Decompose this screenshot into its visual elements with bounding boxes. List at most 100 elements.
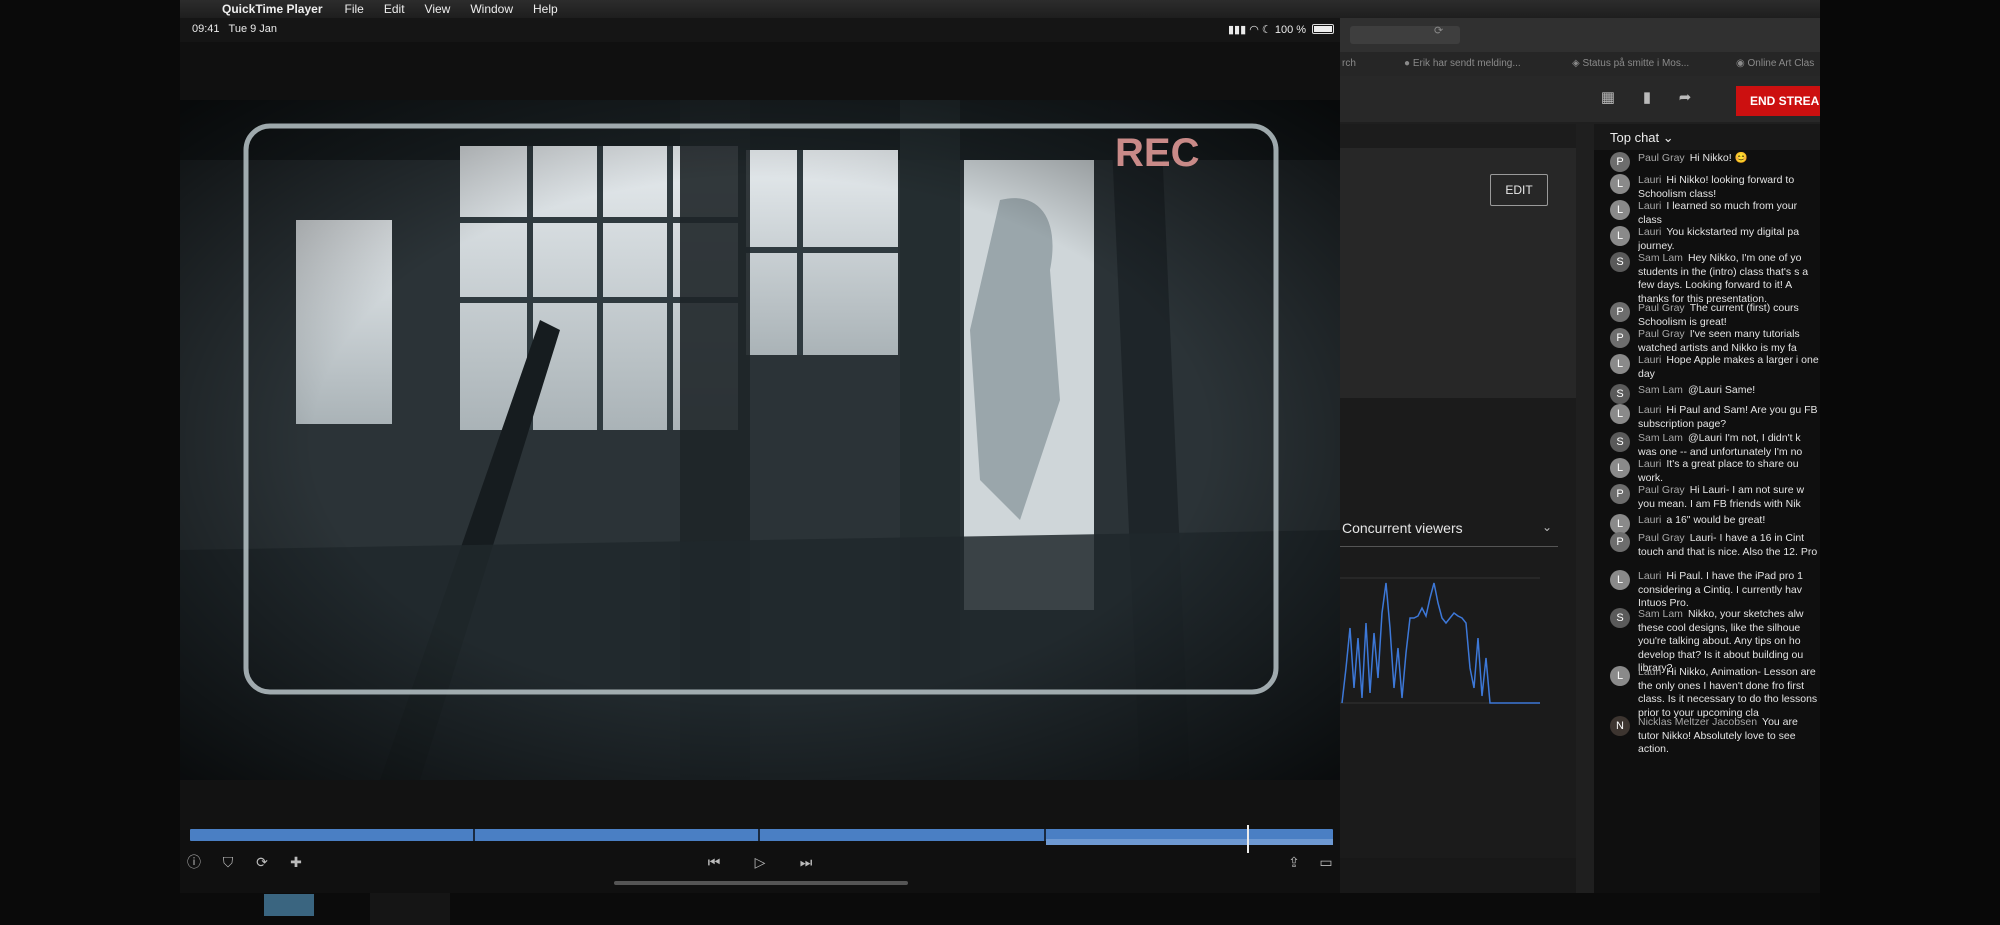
date-text: Tue 9 Jan (228, 23, 278, 35)
avatar[interactable]: L (1610, 666, 1630, 686)
app-menu[interactable]: QuickTime Player (222, 2, 323, 16)
chat-author[interactable]: Sam Lam (1638, 252, 1683, 264)
clock-text: 09:41 (192, 23, 220, 35)
chat-author[interactable]: Paul Gray (1638, 484, 1685, 496)
menu-edit[interactable]: Edit (384, 2, 405, 16)
end-stream-button[interactable]: END STREAM (1736, 86, 1820, 116)
background-window (370, 893, 450, 925)
avatar[interactable]: L (1610, 514, 1630, 534)
chat-author[interactable]: Lauri (1638, 354, 1661, 366)
avatar[interactable]: L (1610, 570, 1630, 590)
chat-message-body: Nicklas Meltzer Jacobsen You are tutor Ni… (1638, 716, 1820, 757)
avatar[interactable]: L (1610, 226, 1630, 246)
avatar[interactable]: P (1610, 152, 1630, 172)
menu-help[interactable]: Help (533, 2, 558, 16)
avatar[interactable]: P (1610, 532, 1630, 552)
chat-text: Hi Paul. I have the iPad pro 1 consideri… (1638, 570, 1803, 609)
chat-text: Hi Nikko! 😊 (1689, 152, 1748, 164)
clip-boundary (758, 829, 760, 841)
chat-message-body: Lauri Hi Nikko! looking forward to School… (1638, 174, 1820, 201)
chat-author[interactable]: Lauri (1638, 174, 1661, 186)
video-frame[interactable]: REC (180, 100, 1340, 780)
chat-text: @Lauri Same! (1687, 384, 1756, 396)
chat-mode-selector[interactable]: Top chat ⌄ (1594, 124, 1820, 150)
chat-message-body: Paul Gray The current (first) cours Schoo… (1638, 302, 1820, 329)
chat-author[interactable]: Paul Gray (1638, 302, 1685, 314)
bookmark[interactable]: rch (1342, 58, 1356, 69)
avatar[interactable]: L (1610, 404, 1630, 424)
chat-author[interactable]: Paul Gray (1638, 532, 1685, 544)
share-icon[interactable]: ➦ (1676, 89, 1694, 107)
battery-icon (1312, 24, 1335, 34)
avatar[interactable]: S (1610, 608, 1630, 628)
share-icon[interactable]: ⇪ (1282, 852, 1306, 872)
avatar[interactable]: L (1610, 354, 1630, 374)
clapperboard-icon[interactable]: ▦ (1599, 89, 1617, 107)
chat-author[interactable]: Paul Gray (1638, 152, 1685, 164)
chevron-down-icon[interactable]: ⌄ (1542, 520, 1552, 534)
chat-author[interactable]: Lauri (1638, 404, 1661, 416)
bookmark[interactable]: ◉ Online Art Clas (1736, 58, 1814, 69)
menu-file[interactable]: File (345, 2, 364, 16)
avatar[interactable]: P (1610, 328, 1630, 348)
chat-message-body: Lauri You kickstarted my digital pa journ… (1638, 226, 1820, 253)
avatar[interactable]: L (1610, 200, 1630, 220)
avatar[interactable]: S (1610, 252, 1630, 272)
split-clip-icon[interactable]: ✚ (284, 852, 308, 872)
chat-text: You kickstarted my digital pa journey. (1638, 226, 1800, 252)
chat-author[interactable]: Lauri (1638, 570, 1661, 582)
chat-text: Hi Nikko, Animation- Lesson are the only… (1638, 666, 1818, 719)
timeline-scrubber[interactable] (190, 825, 1333, 853)
avatar[interactable]: L (1610, 458, 1630, 478)
bookmark-label: Online Art Clas (1747, 58, 1815, 69)
avatar[interactable]: L (1610, 174, 1630, 194)
bookmark[interactable]: ◈ Status på smitte i Mos... (1572, 58, 1689, 69)
clip-boundary (473, 829, 475, 841)
chat-text: Hi Nikko! looking forward to Schoolism c… (1638, 174, 1795, 200)
chat-author[interactable]: Sam Lam (1638, 432, 1683, 444)
play-icon[interactable]: ▷ (748, 852, 772, 872)
background-thumbnail (264, 894, 314, 916)
avatar[interactable]: S (1610, 432, 1630, 452)
chat-author[interactable]: Lauri (1638, 514, 1661, 526)
chat-author[interactable]: Lauri (1638, 226, 1661, 238)
address-bar[interactable] (1350, 26, 1460, 44)
menu-view[interactable]: View (425, 2, 451, 16)
rec-label: REC (1115, 131, 1199, 175)
metric-dropdown-label[interactable]: Concurrent viewers (1342, 520, 1463, 536)
avatar[interactable]: P (1610, 302, 1630, 322)
avatar[interactable]: S (1610, 384, 1630, 404)
trim-icon[interactable]: ⛉ (216, 852, 240, 872)
screen: ⟳ rch ● Erik har sendt melding... ◈ Stat… (0, 0, 2000, 925)
chevron-down-icon: ⌄ (1662, 130, 1674, 145)
live-chat-panel: Top chat ⌄ P Paul Gray Hi Nikko! 😊 L Lauri Hi… (1594, 124, 1820, 925)
menu-window[interactable]: Window (470, 2, 513, 16)
rotate-icon[interactable]: ⟳ (250, 852, 274, 872)
chat-author[interactable]: Paul Gray (1638, 328, 1685, 340)
skip-back-icon[interactable]: ⏮ (702, 852, 726, 872)
status-indicators: ▮▮▮ ◠ ☾ 100 % (1228, 23, 1335, 36)
bookmark-icon[interactable]: ▮ (1638, 89, 1656, 107)
resize-handle[interactable] (614, 881, 908, 885)
chat-text: a 16" would be great! (1666, 514, 1766, 526)
info-icon[interactable]: ⓘ (182, 852, 206, 872)
chat-author[interactable]: Sam Lam (1638, 384, 1683, 396)
skip-forward-icon[interactable]: ⏭ (794, 852, 818, 872)
edit-button[interactable]: EDIT (1490, 174, 1548, 206)
chat-text: Hi Paul and Sam! Are you gu FB subscript… (1638, 404, 1818, 430)
bookmark-label: Erik har sendt melding... (1412, 58, 1521, 69)
airplay-icon[interactable]: ▭ (1314, 852, 1338, 872)
playhead[interactable] (1247, 825, 1249, 853)
macos-menu-bar: QuickTime Player File Edit View Window H… (180, 0, 1820, 18)
chat-author[interactable]: Lauri (1638, 458, 1661, 470)
avatar[interactable]: P (1610, 484, 1630, 504)
avatar[interactable]: N (1610, 716, 1630, 736)
chat-author[interactable]: Sam Lam (1638, 608, 1683, 620)
chat-author[interactable]: Lauri (1638, 666, 1661, 678)
chat-message-body: Lauri Hi Nikko, Animation- Lesson are the… (1638, 666, 1820, 720)
trim-region (1046, 839, 1333, 845)
reload-icon[interactable]: ⟳ (1434, 24, 1443, 37)
chat-author[interactable]: Lauri (1638, 200, 1661, 212)
chat-author[interactable]: Nicklas Meltzer Jacobsen (1638, 716, 1757, 728)
bookmark[interactable]: ● Erik har sendt melding... (1404, 58, 1521, 69)
